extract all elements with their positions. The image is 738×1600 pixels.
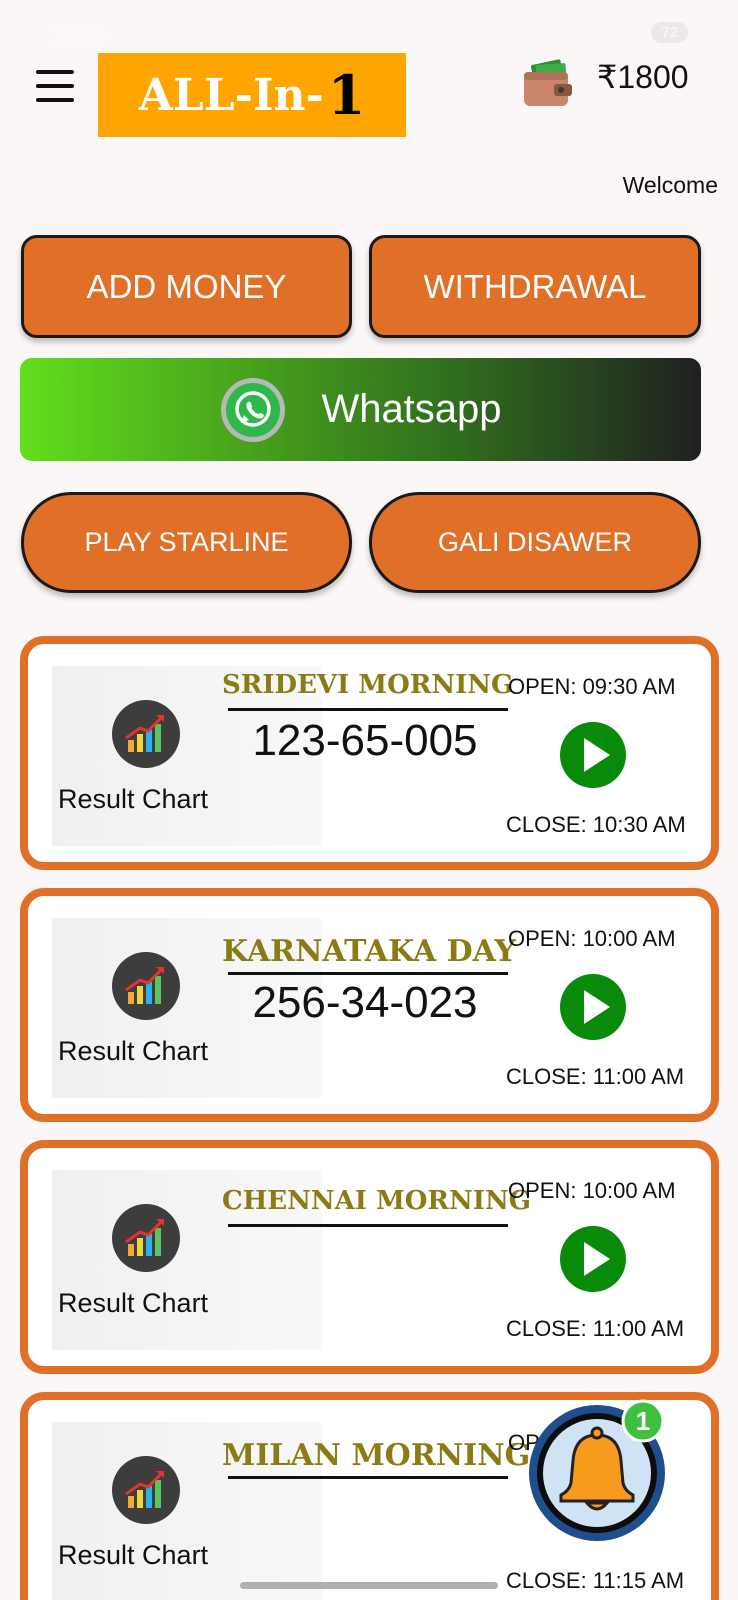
result-chart-icon[interactable] <box>112 952 180 1020</box>
status-icons: 72 <box>651 22 688 43</box>
market-card[interactable]: Result Chart KARNATAKA DAY 256-34-023 OP… <box>20 888 719 1122</box>
result-chart-label[interactable]: Result Chart <box>58 1036 208 1067</box>
battery-indicator: 72 <box>651 22 688 43</box>
result-chart-label[interactable]: Result Chart <box>58 784 208 815</box>
market-name: SRIDEVI MORNING <box>222 670 514 700</box>
market-name: MILAN MORNING <box>222 1438 531 1473</box>
open-time: OPEN: 10:00 AM <box>508 926 676 951</box>
notification-bell-button[interactable]: 1 <box>527 1393 677 1543</box>
welcome-marquee: Welcome <box>622 172 718 198</box>
result-chart-icon[interactable] <box>112 1456 180 1524</box>
play-icon[interactable] <box>560 722 626 788</box>
play-starline-button[interactable]: PLAY STARLINE <box>21 492 352 593</box>
market-card[interactable]: Result Chart SRIDEVI MORNING 123-65-005 … <box>20 636 719 870</box>
add-money-button[interactable]: ADD MONEY <box>21 235 352 338</box>
result-chart-icon[interactable] <box>112 1204 180 1272</box>
whatsapp-button[interactable]: Whatsapp <box>20 358 701 461</box>
status-time: 11:16 <box>52 22 106 47</box>
logo-number: 1 <box>327 63 366 127</box>
close-time: CLOSE: 11:00 AM <box>506 1064 685 1089</box>
close-time: CLOSE: 10:30 AM <box>506 812 686 837</box>
notification-count: 1 <box>636 1406 650 1436</box>
whatsapp-icon <box>221 377 286 442</box>
whatsapp-label: Whatsapp <box>321 387 502 431</box>
close-time: CLOSE: 11:15 AM <box>506 1568 685 1593</box>
app-logo: ALL-In- 1 <box>98 53 406 137</box>
name-divider <box>228 972 508 975</box>
result-chart-label[interactable]: Result Chart <box>58 1288 208 1319</box>
logo-text: ALL-In- <box>138 69 324 121</box>
home-indicator[interactable] <box>240 1582 498 1589</box>
market-card[interactable]: Result Chart CHENNAI MORNING OPEN: 10:00… <box>20 1140 719 1374</box>
name-divider <box>228 708 508 711</box>
market-result: 256-34-023 <box>252 978 478 1027</box>
app-screen: 11:16 72 ALL-In- 1 ₹1800 Welcome ADD MON… <box>0 0 738 1600</box>
result-chart-icon[interactable] <box>112 700 180 768</box>
hamburger-menu-icon[interactable] <box>36 70 74 106</box>
open-time: OPEN: 09:30 AM <box>508 674 676 699</box>
wallet-balance: ₹1800 <box>597 59 689 95</box>
name-divider <box>228 1476 508 1479</box>
market-name: KARNATAKA DAY <box>222 934 516 969</box>
withdrawal-button[interactable]: WITHDRAWAL <box>369 235 701 338</box>
gali-disawer-button[interactable]: GALI DISAWER <box>369 492 701 593</box>
result-chart-label[interactable]: Result Chart <box>58 1540 208 1571</box>
play-icon[interactable] <box>560 974 626 1040</box>
name-divider <box>228 1224 508 1227</box>
open-time: OPEN: 10:00 AM <box>508 1178 676 1203</box>
status-bar: 11:16 72 <box>0 0 738 47</box>
close-time: CLOSE: 11:00 AM <box>506 1316 685 1341</box>
play-icon[interactable] <box>560 1226 626 1292</box>
wallet-icon[interactable] <box>522 58 574 110</box>
market-name: CHENNAI MORNING <box>222 1186 531 1216</box>
market-result: 123-65-005 <box>252 716 478 765</box>
